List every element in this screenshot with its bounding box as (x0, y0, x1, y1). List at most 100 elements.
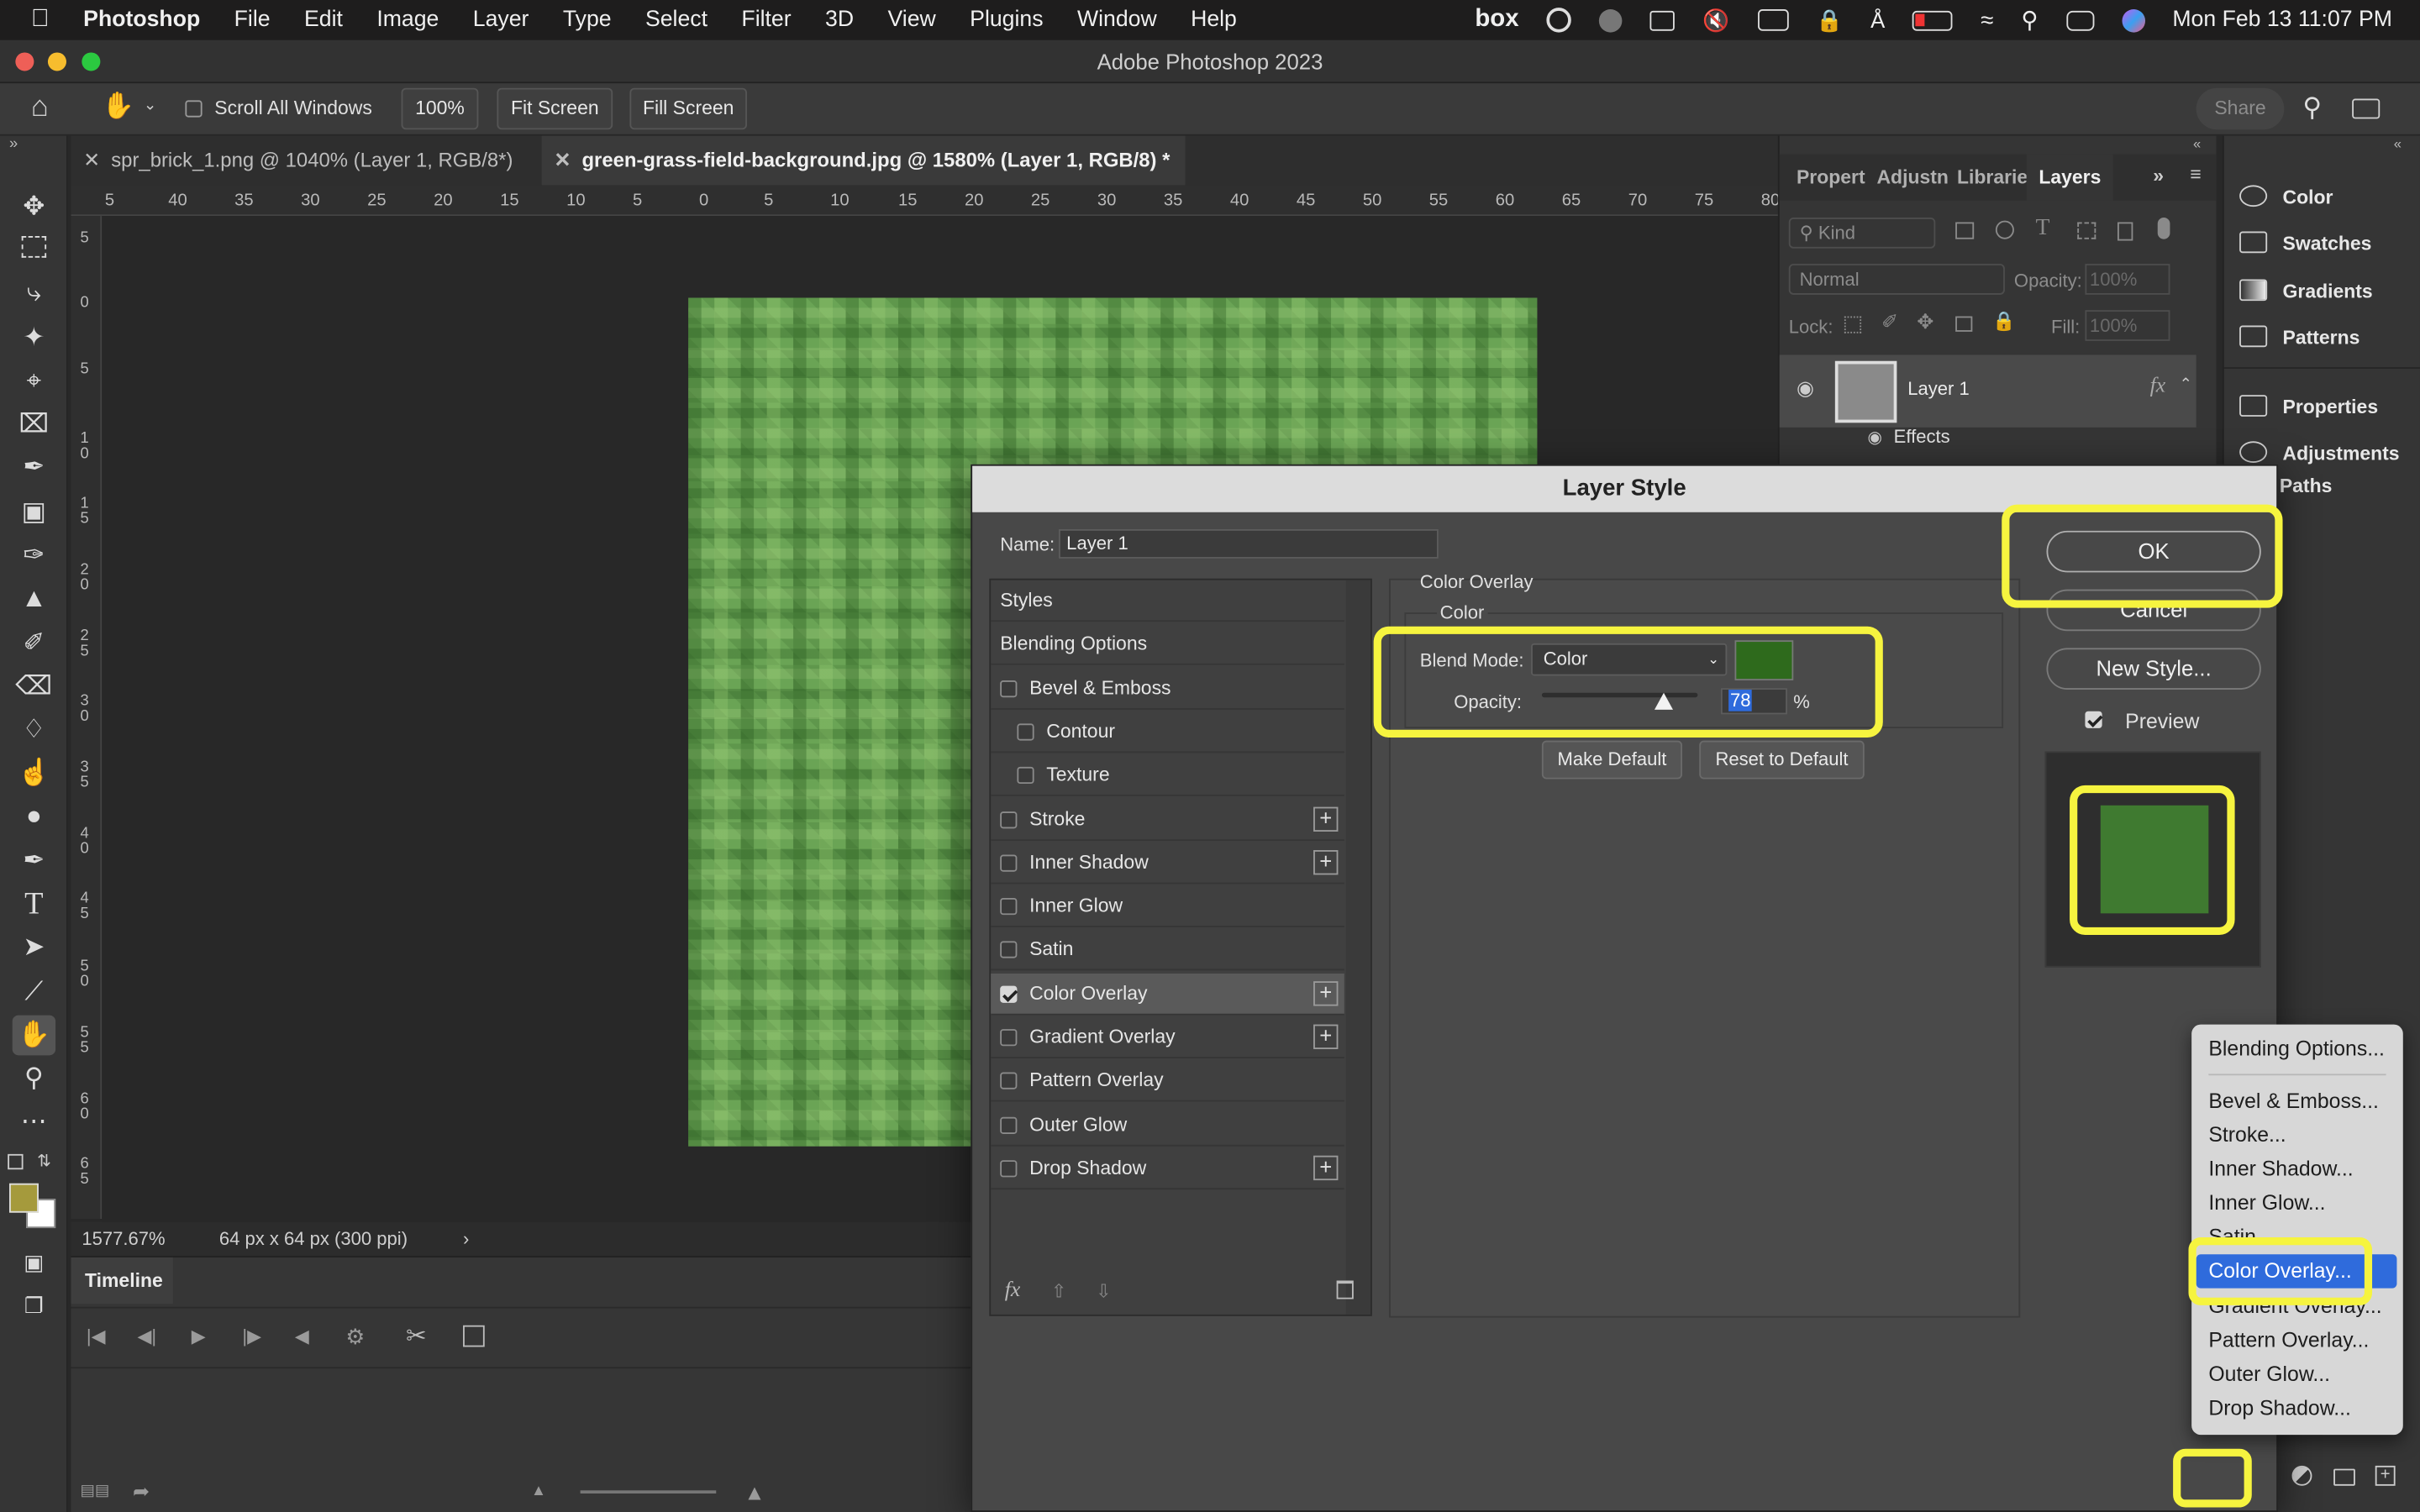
style-item-texture[interactable]: Texture (991, 755, 1344, 797)
chevron-right-icon[interactable]: › (463, 1222, 469, 1256)
reset-default-button[interactable]: Reset to Default (1699, 740, 1865, 780)
add-effect-plus-icon[interactable]: + (1313, 980, 1339, 1005)
style-item-gradient-overlay[interactable]: Gradient Overlay + (991, 1016, 1344, 1058)
trash-icon[interactable] (1336, 1280, 1354, 1299)
menu-layer[interactable]: Layer (456, 8, 546, 32)
tab-spr-brick[interactable]: ✕ spr_brick_1.png @ 1040% (Layer 1, RGB/… (71, 136, 528, 186)
style-checkbox[interactable] (1000, 680, 1018, 697)
path-selection-tool-icon[interactable]: ➤ (13, 927, 55, 968)
add-effect-plus-icon[interactable]: + (1313, 806, 1339, 832)
layer-thumbnail[interactable] (1834, 360, 1897, 423)
style-item-color-overlay[interactable]: Color Overlay + (991, 973, 1344, 1015)
style-checkbox[interactable] (1000, 985, 1018, 1003)
zoom-out-mountain-icon[interactable]: ▲ (531, 1483, 546, 1499)
screen-record-icon[interactable] (1757, 9, 1788, 31)
dock-patterns[interactable]: Patterns (2239, 319, 2360, 356)
dock-color[interactable]: Color (2239, 179, 2333, 216)
add-effect-plus-icon[interactable]: + (1313, 850, 1339, 875)
fit-screen-button[interactable]: Fit Screen (497, 87, 613, 130)
settings-gear-icon[interactable]: ⚙ (345, 1324, 365, 1350)
close-window-button[interactable] (15, 52, 34, 71)
lock-icon[interactable]: 🔒 (1816, 7, 1843, 33)
pen-tool-icon[interactable]: ✒ (13, 841, 55, 881)
adjustment-layer-icon[interactable] (2291, 1465, 2312, 1486)
menu-plugins[interactable]: Plugins (953, 8, 1060, 32)
crop-tool-icon[interactable]: ⌖ (13, 361, 55, 402)
first-frame-icon[interactable]: |◀ (87, 1326, 106, 1347)
menu-item-bevel-emboss[interactable]: Bevel & Emboss... (2191, 1084, 2403, 1118)
add-effect-plus-icon[interactable]: + (1313, 1025, 1339, 1049)
panel-menu-icon[interactable]: ≡ (2190, 164, 2201, 186)
make-default-button[interactable]: Make Default (1541, 740, 1683, 780)
tab-green-grass[interactable]: ✕ green-grass-field-background.jpg @ 158… (541, 135, 1186, 186)
visibility-eye-icon[interactable]: ◉ (1797, 376, 1814, 401)
layer-name[interactable]: Layer 1 (1907, 378, 1970, 400)
move-up-icon[interactable]: ⇧ (1051, 1280, 1066, 1302)
apple-icon[interactable]:  (0, 6, 66, 34)
panel-expand-icon[interactable]: » (2153, 165, 2164, 187)
smudge-tool-icon[interactable]: ☝ (13, 753, 55, 793)
menu-edit[interactable]: Edit (287, 8, 360, 32)
lock-pixels-icon[interactable]: ✐ (1881, 310, 1898, 334)
split-scissors-icon[interactable]: ✂ (406, 1320, 427, 1352)
hand-tool-icon[interactable]: ✋ (12, 1015, 56, 1056)
effects-eye-icon[interactable]: ◉ (1867, 428, 1882, 448)
line-tool-icon[interactable]: ⟋ (13, 972, 55, 1012)
menu-type[interactable]: Type (546, 8, 629, 32)
home-icon[interactable]: ⌂ (31, 91, 49, 124)
style-checkbox[interactable] (1000, 811, 1018, 828)
style-checkbox[interactable] (1000, 1073, 1018, 1090)
close-tab-icon[interactable]: ✕ (83, 136, 100, 186)
lock-artboard-icon[interactable] (1955, 316, 1973, 332)
style-checkbox[interactable] (1000, 1116, 1018, 1134)
menu-filter[interactable]: Filter (724, 8, 808, 32)
tab-properties[interactable]: Propert (1797, 166, 1865, 188)
new-layer-icon[interactable]: + (2375, 1465, 2396, 1486)
menu-app[interactable]: Photoshop (66, 8, 217, 32)
keyboard-icon[interactable] (1649, 9, 1676, 30)
tab-libraries[interactable]: Librarie (1957, 166, 2028, 188)
stamp-tool-icon[interactable]: ▲ (13, 579, 55, 619)
lock-position-icon[interactable]: ✥ (1917, 310, 1933, 334)
menu-item-drop-shadow[interactable]: Drop Shadow... (2191, 1392, 2403, 1425)
style-item-bevel-emboss[interactable]: Bevel & Emboss (991, 668, 1344, 710)
minimize-window-button[interactable] (47, 52, 66, 71)
filter-type-icon[interactable]: T (2036, 216, 2050, 242)
filter-toggle-icon[interactable] (2157, 217, 2170, 239)
scroll-all-checkbox[interactable] (185, 100, 203, 118)
close-tab-icon[interactable]: ✕ (554, 136, 571, 186)
play-icon[interactable]: ▶ (192, 1326, 206, 1347)
zoom-in-mountain-icon[interactable]: ▲ (744, 1479, 765, 1504)
tab-adjustments[interactable]: Adjustn (1876, 166, 1948, 188)
opacity-field[interactable]: 100% (2085, 264, 2170, 295)
zoom-window-button[interactable] (82, 52, 101, 71)
magic-wand-tool-icon[interactable]: ✦ (13, 318, 55, 358)
type-tool-icon[interactable]: T (13, 884, 55, 924)
blend-mode-select[interactable]: Normal (1788, 264, 2005, 295)
timeline-tab[interactable]: Timeline (71, 1257, 173, 1305)
control-center-icon[interactable] (2065, 9, 2094, 30)
lasso-tool-icon[interactable]: ⤷ (13, 273, 55, 313)
style-checkbox[interactable] (1000, 1029, 1018, 1047)
menu-3d[interactable]: 3D (808, 8, 871, 32)
style-item-pattern-overlay[interactable]: Pattern Overlay (991, 1060, 1344, 1102)
menu-item-inner-shadow[interactable]: Inner Shadow... (2191, 1152, 2403, 1186)
lock-transparent-icon[interactable] (1844, 316, 1862, 333)
collapse-dock-icon[interactable]: « (2394, 136, 2402, 151)
frame-tool-icon[interactable]: ⌧ (13, 404, 55, 444)
chevron-down-icon[interactable]: ⌄ (144, 97, 156, 114)
move-down-icon[interactable]: ⇩ (1096, 1280, 1111, 1302)
screen-mode-icon[interactable]: ❐ (13, 1285, 55, 1326)
healing-tool-icon[interactable]: ▣ (13, 492, 55, 533)
fill-screen-button[interactable]: Fill Screen (629, 87, 747, 130)
filter-smart-object-icon[interactable] (2117, 222, 2133, 241)
kind-filter[interactable]: ⚲ Kind (1788, 217, 1936, 249)
share-button[interactable]: Share (2196, 87, 2285, 130)
history-brush-tool-icon[interactable]: ✐ (13, 623, 55, 664)
style-item-styles[interactable]: Styles (991, 580, 1344, 622)
menu-image[interactable]: Image (360, 8, 455, 32)
menu-file[interactable]: File (217, 8, 287, 32)
layer-name-input[interactable]: Layer 1 (1058, 528, 1439, 559)
more-tools-icon[interactable]: ⋯ (13, 1101, 55, 1142)
filter-pixel-icon[interactable] (1955, 222, 1975, 239)
